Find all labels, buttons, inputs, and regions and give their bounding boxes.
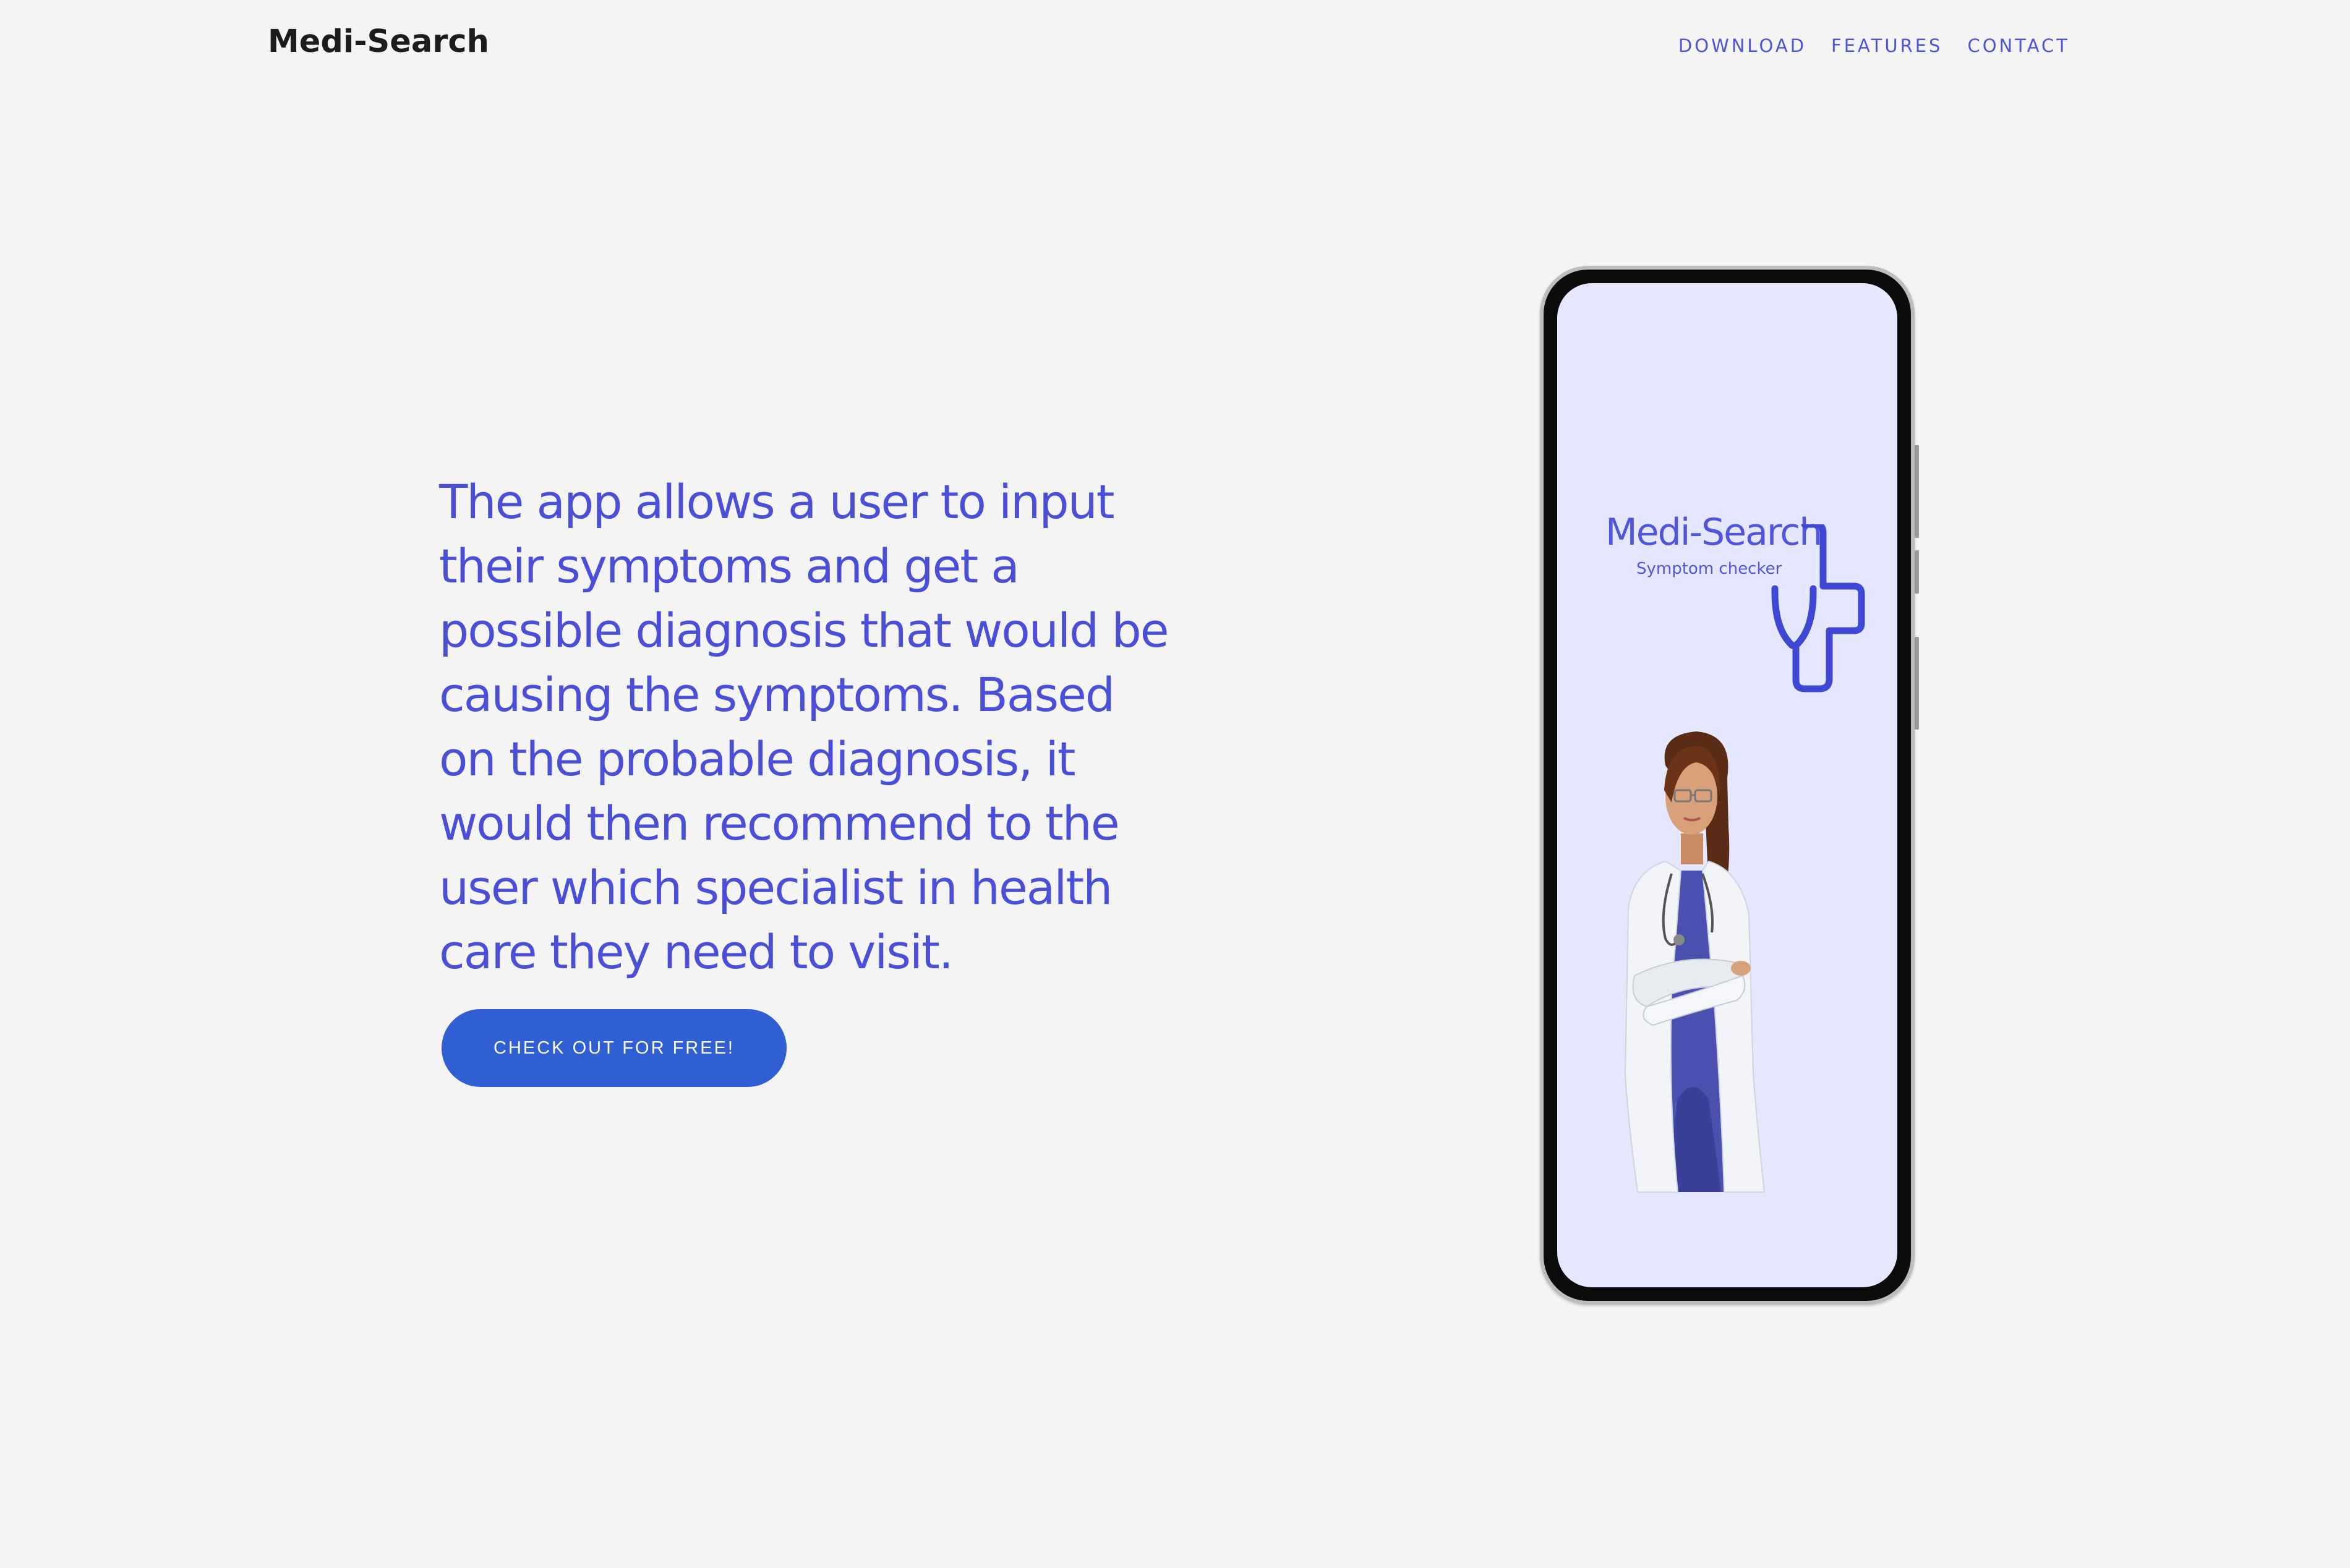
phone-side-button [1915,550,1919,594]
nav-features-link[interactable]: FEATURES [1831,35,1942,56]
phone-side-button [1915,637,1919,730]
check-out-button[interactable]: CHECK OUT FOR FREE! [442,1009,787,1087]
landing-page: Medi-Search DOWNLOAD FEATURES CONTACT Th… [0,0,2350,1568]
hero-description: The app allows a user to input their sym… [439,474,1169,979]
doctor-illustration [1624,731,1766,1193]
stethoscope-cross-icon [1771,524,1865,692]
nav-download-link[interactable]: DOWNLOAD [1678,35,1806,56]
phone-screen: Medi-Search Symptom checker [1557,283,1897,1287]
phone-mockup: Medi-Search Symptom checker [1540,266,1919,1305]
brand-logo-text[interactable]: Medi-Search [268,23,489,60]
nav-contact-link[interactable]: CONTACT [1967,35,2070,56]
app-logo-tagline: Symptom checker [1636,560,1782,578]
phone-side-button [1915,445,1919,538]
phone-bezel: Medi-Search Symptom checker [1544,270,1911,1301]
top-nav: DOWNLOAD FEATURES CONTACT [1678,35,2070,56]
